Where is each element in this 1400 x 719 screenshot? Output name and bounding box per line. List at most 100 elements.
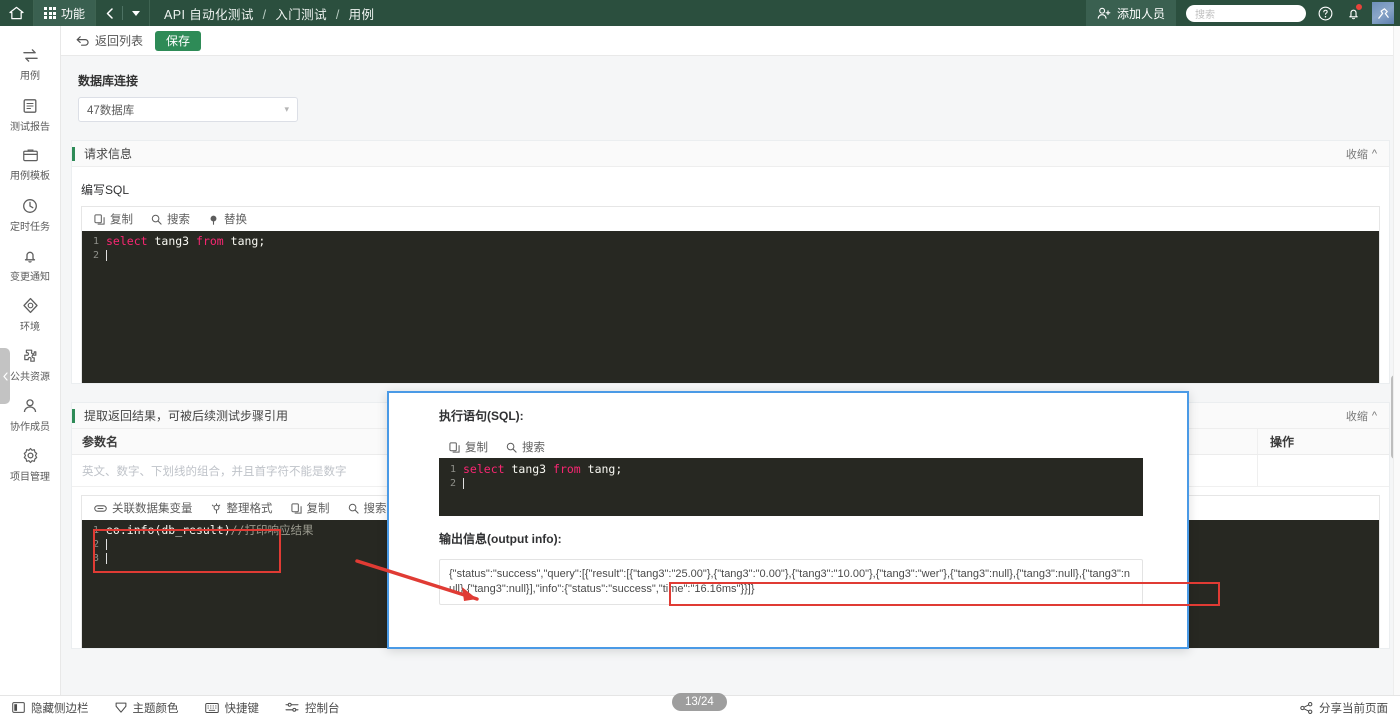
- theme-color-button[interactable]: 主题颜色: [115, 700, 179, 716]
- sql-editor-body[interactable]: 1 select tang3 from tang; 2: [82, 231, 1379, 383]
- bell-icon[interactable]: [1344, 3, 1363, 22]
- sidebar-item-label: 项目管理: [10, 472, 50, 483]
- left-sidebar: 用例 测试报告 用例模板 定时任务 变更通知 环境 公共资源 协作成员 项目管理: [0, 26, 61, 695]
- breadcrumb-item-case[interactable]: 用例: [349, 8, 375, 22]
- search-input[interactable]: 搜索: [1186, 4, 1306, 22]
- bell-icon: [22, 248, 38, 264]
- code-line: 2: [439, 476, 1143, 490]
- line-number: 1: [92, 235, 99, 247]
- add-user-icon: [1097, 7, 1111, 19]
- back-to-list-button[interactable]: 返回列表: [76, 32, 143, 49]
- copy-button[interactable]: 复制: [290, 500, 330, 516]
- console-icon: [285, 702, 299, 713]
- copy-button[interactable]: 复制: [449, 439, 488, 455]
- console-label: 控制台: [305, 702, 340, 715]
- db-connection-select[interactable]: 47数据库 ▾: [78, 97, 298, 122]
- column-header-operation: 操作: [1257, 429, 1389, 454]
- sidebar-item-label: 协作成员: [10, 421, 50, 433]
- sidebar-item-case-template[interactable]: 用例模板: [0, 140, 60, 190]
- callout-editor-body[interactable]: 1 select tang3 from tang; 2: [439, 458, 1143, 516]
- sidebar-item-environment[interactable]: 环境: [0, 290, 60, 340]
- sidebar-item-cases[interactable]: 用例: [0, 40, 60, 90]
- copy-label: 复制: [110, 214, 133, 226]
- sidebar-collapse-handle[interactable]: [0, 348, 10, 404]
- code-line: 1 select tang3 from tang;: [82, 234, 1379, 248]
- link-dataset-variable-button[interactable]: 关联数据集变量: [94, 500, 193, 516]
- callout-output-box: {"status":"success","query":[{"result":[…: [439, 559, 1143, 605]
- replace-icon: [208, 214, 219, 225]
- search-placeholder: 搜索: [1195, 9, 1215, 21]
- extract-collapse-toggle[interactable]: 收缩 ^: [1346, 408, 1377, 424]
- search-label: 搜索: [363, 503, 387, 515]
- sidebar-item-scheduled-task[interactable]: 定时任务: [0, 190, 60, 240]
- search-icon: [151, 214, 162, 225]
- sidebar-item-test-report[interactable]: 测试报告: [0, 90, 60, 140]
- console-button[interactable]: 控制台: [285, 700, 340, 716]
- sidebar-item-label: 用例模板: [10, 171, 50, 182]
- sql-editor: 复制 搜索 替换 1 select tang3 from tang; 2: [81, 206, 1380, 383]
- link-dataset-label: 关联数据集变量: [112, 503, 193, 515]
- share-page-label: 分享当前页面: [1319, 702, 1388, 715]
- breadcrumb-item-group[interactable]: 入门测试: [275, 8, 327, 22]
- sidebar-item-project-management[interactable]: 项目管理: [0, 440, 60, 490]
- sidebar-item-label: 测试报告: [10, 121, 50, 133]
- home-icon[interactable]: [0, 0, 34, 26]
- shortcut-button[interactable]: 快捷键: [204, 700, 260, 716]
- replace-label: 替换: [224, 214, 247, 226]
- theme-color-label: 主题颜色: [132, 702, 179, 715]
- search-button[interactable]: 搜索: [151, 211, 190, 227]
- chevron-left-icon[interactable]: [96, 0, 122, 26]
- code-text: eo.info(db_result)//打印响应结果: [106, 523, 314, 537]
- search-button[interactable]: 搜索: [506, 439, 545, 455]
- code-text: select tang3 from tang;: [463, 462, 623, 476]
- share-icon: [1300, 701, 1313, 714]
- top-bar-actions: 添加人员 搜索: [1085, 0, 1400, 26]
- hide-sidebar-label: 隐藏侧边栏: [31, 702, 89, 715]
- accent-bar: [72, 408, 75, 423]
- row-operation-cell[interactable]: [1257, 455, 1389, 486]
- avatar[interactable]: [1372, 2, 1394, 24]
- code-text: [106, 248, 107, 262]
- format-label: 整理格式: [226, 503, 273, 515]
- format-button[interactable]: 整理格式: [211, 500, 273, 516]
- request-collapse-toggle[interactable]: 收缩 ^: [1346, 146, 1377, 162]
- save-button[interactable]: 保存: [155, 30, 202, 51]
- sidebar-item-change-notice[interactable]: 变更通知: [0, 240, 60, 290]
- copy-icon: [94, 213, 105, 225]
- breadcrumb-separator: /: [262, 7, 267, 22]
- theme-color-icon: [115, 702, 127, 714]
- page-scrollbar-track[interactable]: [1393, 26, 1400, 695]
- sidebar-item-label: 公共资源: [10, 371, 50, 383]
- callout-output-label: 输出信息(output info):: [439, 532, 562, 546]
- link-icon: [94, 503, 107, 514]
- search-icon: [506, 442, 517, 453]
- execution-result-callout: 执行语句(SQL): 复制 搜索 1 select tang3 from tang…: [387, 391, 1189, 649]
- sidebar-item-label: 环境: [20, 322, 40, 333]
- replace-button[interactable]: 替换: [208, 211, 247, 227]
- search-label: 搜索: [167, 214, 190, 226]
- help-circle-icon[interactable]: [1316, 4, 1334, 22]
- line-number: 2: [92, 249, 99, 261]
- copy-icon: [449, 441, 460, 453]
- function-menu-button[interactable]: 功能: [34, 0, 96, 26]
- members-icon: [22, 398, 38, 414]
- request-info-panel: 请求信息 收缩 ^ 编写SQL 复制 搜索 替换 1 select tang3 …: [71, 140, 1390, 384]
- notification-badge: [1355, 3, 1363, 11]
- line-number: 2: [449, 477, 456, 489]
- breadcrumb-item-project[interactable]: API 自动化测试: [164, 8, 254, 22]
- callout-sql-label: 执行语句(SQL):: [439, 409, 524, 423]
- sidebar-item-label: 用例: [20, 71, 40, 82]
- shortcut-label: 快捷键: [224, 702, 260, 715]
- line-number: 3: [92, 552, 99, 564]
- copy-button[interactable]: 复制: [94, 211, 133, 227]
- share-page-button[interactable]: 分享当前页面: [1300, 700, 1388, 716]
- page-toolbar: 返回列表 保存: [61, 26, 1400, 56]
- add-user-button[interactable]: 添加人员: [1085, 0, 1176, 26]
- code-line: 2: [82, 248, 1379, 262]
- hide-sidebar-button[interactable]: 隐藏侧边栏: [12, 700, 89, 716]
- search-button[interactable]: 搜索: [348, 500, 387, 516]
- callout-sql-editor: 复制 搜索 1 select tang3 from tang; 2: [439, 436, 1143, 516]
- line-number: 1: [92, 524, 99, 536]
- caret-down-icon[interactable]: [123, 0, 149, 26]
- copy-label: 复制: [465, 442, 488, 454]
